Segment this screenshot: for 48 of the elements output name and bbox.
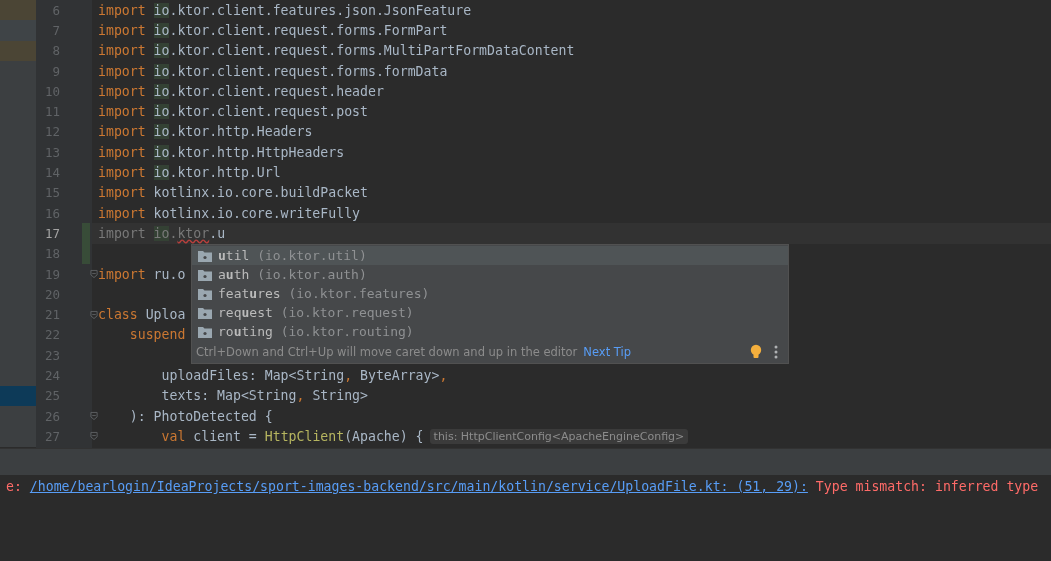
code-line: import io.ktor.client.request.header: [98, 83, 384, 99]
fold-icon[interactable]: [90, 269, 98, 279]
code-line: import ru.o: [98, 266, 186, 282]
code-line: import io.ktor.client.request.post: [98, 104, 368, 120]
code-line: import io.ktor.u: [98, 225, 226, 241]
completion-item[interactable]: request (io.ktor.request): [192, 303, 788, 322]
folder-icon: [198, 268, 212, 281]
folder-icon: [198, 287, 212, 300]
tree-row[interactable]: [0, 365, 36, 386]
folder-icon: [198, 249, 212, 262]
code-line: import io.ktor.client.features.json.JsonFeature: [98, 2, 472, 18]
more-icon[interactable]: [774, 345, 778, 359]
tree-row[interactable]: [0, 405, 36, 427]
line-number: 17: [43, 225, 60, 241]
file-link[interactable]: /home/bearlogin/IdeaProjects/sport-images-backend/src/main/kotlin/service/UploadFile.kt: (51, 29):: [29, 479, 808, 494]
completion-item[interactable]: routing (io.ktor.routing): [192, 322, 788, 341]
code-line: class Uploa: [98, 307, 186, 323]
code-line: suspend: [128, 327, 186, 343]
completion-item[interactable]: auth (io.ktor.auth): [192, 265, 788, 284]
code-line: import io.ktor.http.Headers: [98, 124, 313, 140]
fold-icon[interactable]: [90, 309, 98, 320]
tree-row[interactable]: [0, 0, 36, 21]
tree-row[interactable]: [0, 40, 36, 61]
code-line: import kotlinx.io.core.writeFully: [98, 205, 360, 221]
code-line: texts: Map<String, String>: [160, 388, 368, 404]
code-line: uploadFiles: Map<String, ByteArray>,: [160, 368, 448, 383]
completion-item[interactable]: util (io.ktor.util): [192, 246, 788, 265]
code-line: import io.ktor.http.Url: [98, 165, 281, 180]
inlay-hint: this: HttpClientConfig<ApacheEngineConfig>: [429, 428, 689, 444]
code-line: import kotlinx.io.core.buildPacket: [98, 185, 368, 201]
tree-row[interactable]: [0, 20, 36, 41]
fold-icon[interactable]: [90, 411, 98, 422]
next-tip-link[interactable]: Next Tip: [583, 345, 631, 359]
error-message: e: /home/bearlogin/IdeaProjects/sport-images-backend/src/main/kotlin/service/UploadFile.kt: (51, 29): Type mismatch: inferred type: [6, 479, 1040, 494]
tree-row[interactable]: [0, 385, 36, 406]
folder-icon: [198, 306, 212, 319]
fold-icon[interactable]: [90, 431, 98, 442]
code-line: import io.ktor.client.request.forms.formData: [98, 63, 448, 79]
folder-icon: [198, 325, 212, 338]
code-line: import io.ktor.client.request.forms.MultiPartFormDataContent: [98, 43, 575, 59]
code-line: import io.ktor.http.HttpHeaders: [98, 144, 345, 160]
code-line: ): PhotoDetected {: [128, 408, 273, 424]
tree-row[interactable]: [0, 60, 36, 82]
code-line: import io.ktor.client.request.forms.FormPart: [98, 22, 448, 38]
completion-item[interactable]: features (io.ktor.features): [192, 284, 788, 303]
lightbulb-icon[interactable]: [750, 344, 762, 360]
tip-text: Ctrl+Down and Ctrl+Up will move caret down and up in the editor: [196, 345, 578, 359]
code-line: val client = HttpClient(Apache) {: [160, 428, 424, 444]
